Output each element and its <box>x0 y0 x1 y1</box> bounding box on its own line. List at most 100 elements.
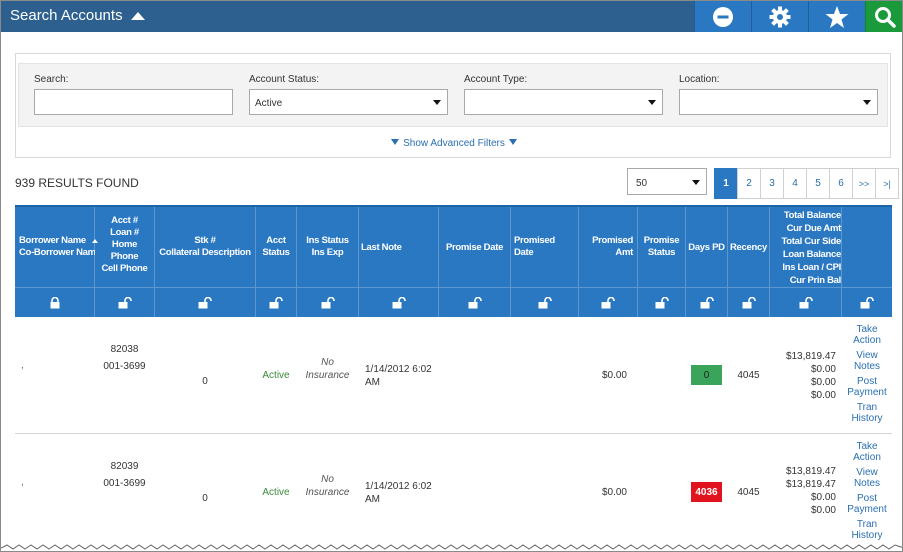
col-header-last-note[interactable]: Last Note <box>361 242 437 254</box>
account-status-select[interactable]: Active <box>249 89 448 115</box>
unlock-ins-status[interactable] <box>297 293 358 313</box>
star-icon <box>825 5 849 28</box>
post-payment-link[interactable]: Post Payment <box>842 376 892 398</box>
page-size-select[interactable]: 50 <box>627 168 707 195</box>
location-select[interactable] <box>679 89 878 115</box>
col-header-borrower-text: Borrower Name Co-Borrower Nam <box>19 235 95 258</box>
unlock-icon <box>742 297 756 309</box>
unlock-icon <box>392 297 406 309</box>
recency: 4045 <box>737 370 760 381</box>
account-type-select[interactable] <box>464 89 663 115</box>
last-note[interactable]: 1/14/2012 6:02 AM <box>365 363 440 389</box>
tran-history-link[interactable]: Tran History <box>842 519 892 541</box>
tran-history-link[interactable]: Tran History <box>842 402 892 424</box>
page-title[interactable]: Search Accounts <box>10 7 145 24</box>
col-header-balance[interactable]: Total Balance Cur Due Amt Total Cur Side… <box>770 209 842 287</box>
show-advanced-filters-link[interactable]: Show Advanced Filters <box>16 138 892 149</box>
results-count: 939 RESULTS FOUND <box>15 176 139 190</box>
account-status-value: Active <box>255 98 283 109</box>
ins-status: No Insurance <box>305 357 350 381</box>
unlock-balance[interactable] <box>770 293 841 313</box>
account-status-label: Account Status: <box>249 74 320 85</box>
search-button[interactable] <box>865 1 902 32</box>
collapse-caret-icon[interactable] <box>130 11 145 20</box>
torn-edge <box>1 544 902 551</box>
chevron-down-icon <box>863 100 871 105</box>
col-header-stk[interactable]: Stk # Collateral Description <box>155 235 255 259</box>
page-link-4[interactable]: 4 <box>783 168 807 199</box>
unlock-acct-status[interactable] <box>256 293 296 313</box>
unlock-recency[interactable] <box>728 293 769 313</box>
gear-icon <box>769 6 791 27</box>
settings-button[interactable] <box>751 1 808 32</box>
stk-number: 0 <box>202 376 208 387</box>
page-link-5[interactable]: 5 <box>806 168 830 199</box>
unlock-days-pd[interactable] <box>686 293 727 313</box>
promised-amt: $0.00 <box>601 487 627 498</box>
days-pd-badge: 0 <box>691 365 722 385</box>
pagination: 1 2 3 4 5 6 >> >| <box>714 168 899 199</box>
unlock-promise-date[interactable] <box>439 293 510 313</box>
take-action-link[interactable]: Take Action <box>842 441 892 463</box>
triangle-down-icon <box>391 139 400 145</box>
lock-borrower[interactable] <box>15 293 94 313</box>
search-label: Search: <box>34 74 69 85</box>
unlock-promise-status[interactable] <box>638 293 685 313</box>
acct-status: Active <box>262 370 290 381</box>
unlock-promised-amt[interactable] <box>579 293 637 313</box>
unlock-actions[interactable] <box>842 293 892 313</box>
unlock-stk[interactable] <box>155 293 255 313</box>
unlock-icon <box>269 297 283 309</box>
borrower-name[interactable]: , <box>21 477 24 488</box>
page-link-3[interactable]: 3 <box>760 168 784 199</box>
chevron-down-icon <box>433 100 441 105</box>
unlock-acct[interactable] <box>95 293 154 313</box>
search-accounts-window: Search Accounts Search: Account Status: … <box>0 0 903 552</box>
loan-number: 001-3699 <box>103 361 146 372</box>
table-row[interactable]: , 82039 001-3699 0 Active No Insurance 1… <box>15 434 892 551</box>
col-header-promised-amt[interactable]: Promised Amt <box>579 235 633 259</box>
favorites-button[interactable] <box>808 1 865 32</box>
filter-panel: Search: Account Status: Active Account T… <box>15 53 891 158</box>
col-header-promise-date[interactable]: Promise Date <box>439 242 510 254</box>
unlock-icon <box>321 297 335 309</box>
col-header-promised-date[interactable]: Promised Date <box>514 235 578 259</box>
stk-number: 0 <box>202 493 208 504</box>
acct-status: Active <box>262 487 290 498</box>
header-divider <box>15 287 892 288</box>
search-input[interactable] <box>34 89 233 115</box>
col-header-promise-status[interactable]: Promise Status <box>638 235 685 259</box>
table-row[interactable]: , 82038 001-3699 0 Active No Insurance 1… <box>15 317 892 434</box>
page-link-2[interactable]: 2 <box>737 168 761 199</box>
location-label: Location: <box>679 74 720 85</box>
acct-number[interactable]: 82039 <box>95 460 154 473</box>
row-actions: Take Action View Notes Post Payment Tran… <box>842 324 892 428</box>
advanced-filters-label: Show Advanced Filters <box>403 138 505 149</box>
col-header-recency[interactable]: Recency <box>728 242 769 254</box>
view-notes-link[interactable]: View Notes <box>842 467 892 489</box>
col-header-acct-status[interactable]: Acct Status <box>256 235 296 259</box>
col-header-days-pd[interactable]: Days PD <box>686 242 727 254</box>
next-pages-button[interactable]: >> <box>852 168 876 199</box>
col-header-acct[interactable]: Acct # Loan # Home Phone Cell Phone <box>95 215 154 275</box>
acct-number[interactable]: 82038 <box>95 343 154 356</box>
minus-circle-button[interactable] <box>694 1 751 32</box>
take-action-link[interactable]: Take Action <box>842 324 892 346</box>
unlock-icon <box>601 297 615 309</box>
chevron-down-icon <box>648 100 656 105</box>
col-header-ins-status[interactable]: Ins Status Ins Exp <box>297 235 358 259</box>
page-link-1[interactable]: 1 <box>714 168 738 199</box>
col-header-borrower[interactable]: Borrower Name Co-Borrower Nam <box>19 235 95 259</box>
minus-circle-icon <box>713 6 733 27</box>
unlock-icon <box>655 297 669 309</box>
view-notes-link[interactable]: View Notes <box>842 350 892 372</box>
post-payment-link[interactable]: Post Payment <box>842 493 892 515</box>
unlock-promised-date[interactable] <box>511 293 578 313</box>
unlock-icon <box>538 297 552 309</box>
borrower-name[interactable]: , <box>21 360 24 371</box>
unlock-icon <box>468 297 482 309</box>
last-note[interactable]: 1/14/2012 6:02 AM <box>365 480 440 506</box>
page-link-6[interactable]: 6 <box>829 168 853 199</box>
last-page-button[interactable]: >| <box>875 168 899 199</box>
unlock-last-note[interactable] <box>359 293 438 313</box>
